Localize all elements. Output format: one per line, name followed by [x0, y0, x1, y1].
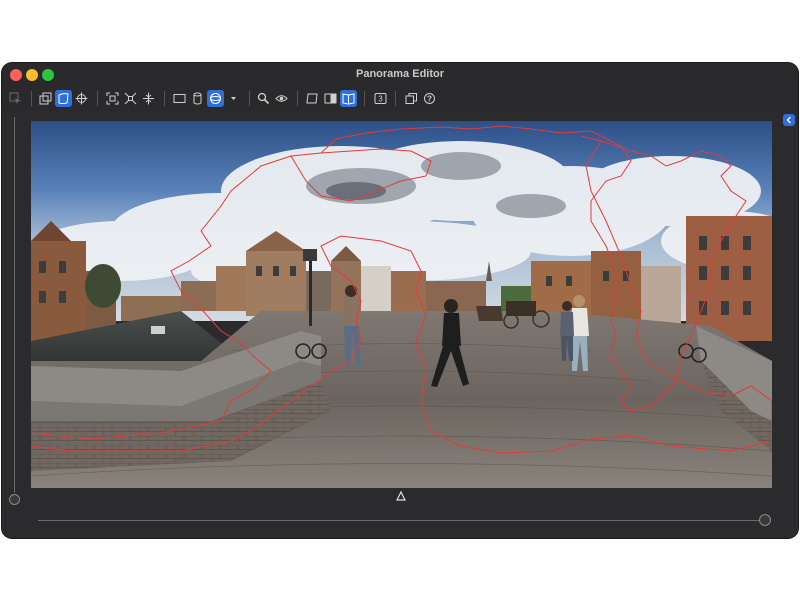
help-button[interactable]: ?	[421, 90, 438, 107]
fit-icon	[106, 92, 119, 105]
mask-left-icon	[306, 93, 318, 104]
chevron-left-icon	[786, 116, 791, 124]
panorama-editor-window: Panorama Editor 3 ?	[2, 63, 798, 538]
duplicate-icon	[405, 93, 417, 104]
select-arrow-icon	[9, 92, 21, 104]
projection-dropdown[interactable]	[225, 90, 242, 107]
numbered-badge-icon: 3	[374, 93, 387, 104]
workspace	[2, 111, 798, 538]
window-title: Panorama Editor	[355, 68, 445, 80]
mask-book-icon	[342, 93, 355, 105]
numbered-badge-button[interactable]: 3	[372, 90, 389, 107]
toolbar: 3 ?	[2, 87, 798, 111]
layers-button[interactable]	[37, 90, 54, 107]
select-tool-button[interactable]	[7, 90, 24, 107]
rectilinear-icon	[173, 94, 186, 103]
toolbar-separator	[164, 91, 165, 106]
duplicate-button[interactable]	[403, 90, 420, 107]
help-glyph: ?	[427, 94, 432, 103]
mask-left-button[interactable]	[304, 90, 321, 107]
toolbar-separator	[31, 91, 32, 106]
panorama-canvas[interactable]	[31, 121, 772, 488]
shrink-view-button[interactable]	[122, 90, 139, 107]
spherical-projection-button[interactable]	[207, 90, 224, 107]
toolbar-separator	[364, 91, 365, 106]
collapse-panel-button[interactable]	[783, 114, 795, 126]
zoom-tool-button[interactable]	[255, 90, 272, 107]
help-icon: ?	[424, 93, 435, 104]
fit-view-button[interactable]	[104, 90, 121, 107]
cylindrical-icon	[193, 92, 202, 105]
center-view-button[interactable]	[140, 90, 157, 107]
vertical-slider-track[interactable]	[14, 117, 15, 493]
preview-button[interactable]	[273, 90, 290, 107]
badge-number: 3	[378, 95, 383, 104]
toolbar-separator	[249, 91, 250, 106]
crosshair-tool-button[interactable]	[73, 90, 90, 107]
toolbar-separator	[97, 91, 98, 106]
spherical-icon	[210, 93, 221, 104]
title-bar: Panorama Editor	[2, 63, 798, 87]
preview-eye-icon	[275, 95, 288, 102]
crosshair-icon	[75, 92, 88, 105]
layers-icon	[39, 92, 52, 105]
mask-split-icon	[324, 93, 337, 104]
warp-icon	[58, 93, 69, 104]
toolbar-separator	[297, 91, 298, 106]
mask-book-button[interactable]	[340, 90, 357, 107]
cylindrical-projection-button[interactable]	[189, 90, 206, 107]
center-icon	[143, 92, 154, 105]
panorama-image	[31, 121, 772, 488]
mask-split-button[interactable]	[322, 90, 339, 107]
rectilinear-projection-button[interactable]	[171, 90, 188, 107]
warp-tool-button[interactable]	[55, 90, 72, 107]
horizontal-slider-track[interactable]	[38, 520, 766, 521]
horizontal-slider-thumb[interactable]	[759, 514, 771, 526]
horizon-marker-icon[interactable]	[396, 491, 406, 501]
projection-dropdown-icon	[231, 97, 236, 100]
vertical-slider-thumb[interactable]	[9, 494, 20, 505]
shrink-icon	[124, 92, 137, 105]
toolbar-separator	[395, 91, 396, 106]
zoom-icon	[257, 92, 270, 105]
